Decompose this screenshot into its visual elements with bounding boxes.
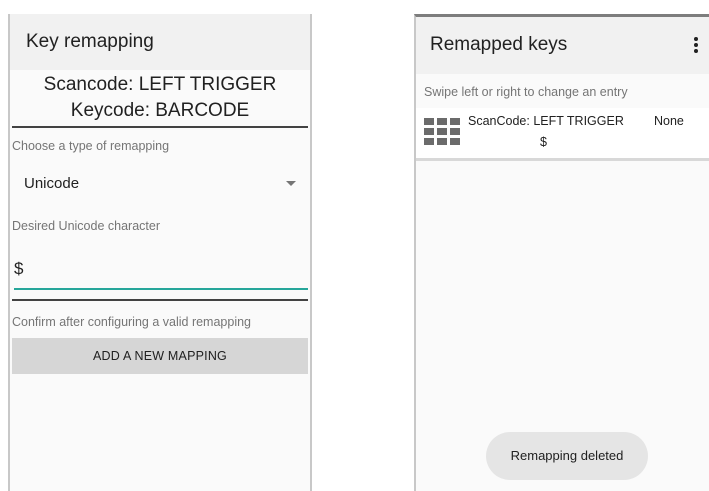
keycode-label: Keycode: BARCODE <box>70 100 250 121</box>
divider <box>12 299 308 301</box>
unicode-char-value: $ <box>14 259 24 278</box>
more-vert-icon[interactable] <box>693 37 699 55</box>
app-bar: Remapped keys <box>416 17 709 74</box>
keypad-grid-icon <box>424 118 460 146</box>
dropdown-arrow-icon <box>286 181 296 186</box>
page-title: Remapped keys <box>430 34 568 55</box>
divider <box>12 126 308 128</box>
remap-type-select[interactable]: Unicode <box>12 166 308 202</box>
unicode-char-input[interactable]: $ <box>12 254 308 290</box>
key-remapping-screen: Key remapping Scancode: LEFT TRIGGER Key… <box>8 14 312 491</box>
input-underline <box>14 288 308 290</box>
remap-type-hint: Choose a type of remapping <box>12 139 170 153</box>
remap-type-value: Unicode <box>24 175 80 192</box>
confirm-hint: Confirm after configuring a valid remapp… <box>12 315 252 329</box>
scan-info: Scancode: LEFT TRIGGER Keycode: BARCODE <box>10 72 310 124</box>
entry-scancode: ScanCode: LEFT TRIGGER <box>468 114 624 128</box>
entry-mapped-char: $ <box>540 135 547 149</box>
add-mapping-button[interactable]: ADD A NEW MAPPING <box>12 338 308 374</box>
list-item[interactable]: ScanCode: LEFT TRIGGER $ None <box>416 108 709 158</box>
swipe-hint: Swipe left or right to change an entry <box>424 85 628 99</box>
scancode-label: Scancode: LEFT TRIGGER <box>43 74 277 95</box>
entry-keycode: None <box>654 114 684 128</box>
divider <box>416 158 709 161</box>
app-bar: Key remapping <box>10 14 310 70</box>
unicode-char-hint: Desired Unicode character <box>12 219 160 233</box>
remapped-keys-screen: Remapped keys Swipe left or right to cha… <box>414 14 709 491</box>
page-title: Key remapping <box>26 31 154 52</box>
toast-message: Remapping deleted <box>486 432 648 480</box>
